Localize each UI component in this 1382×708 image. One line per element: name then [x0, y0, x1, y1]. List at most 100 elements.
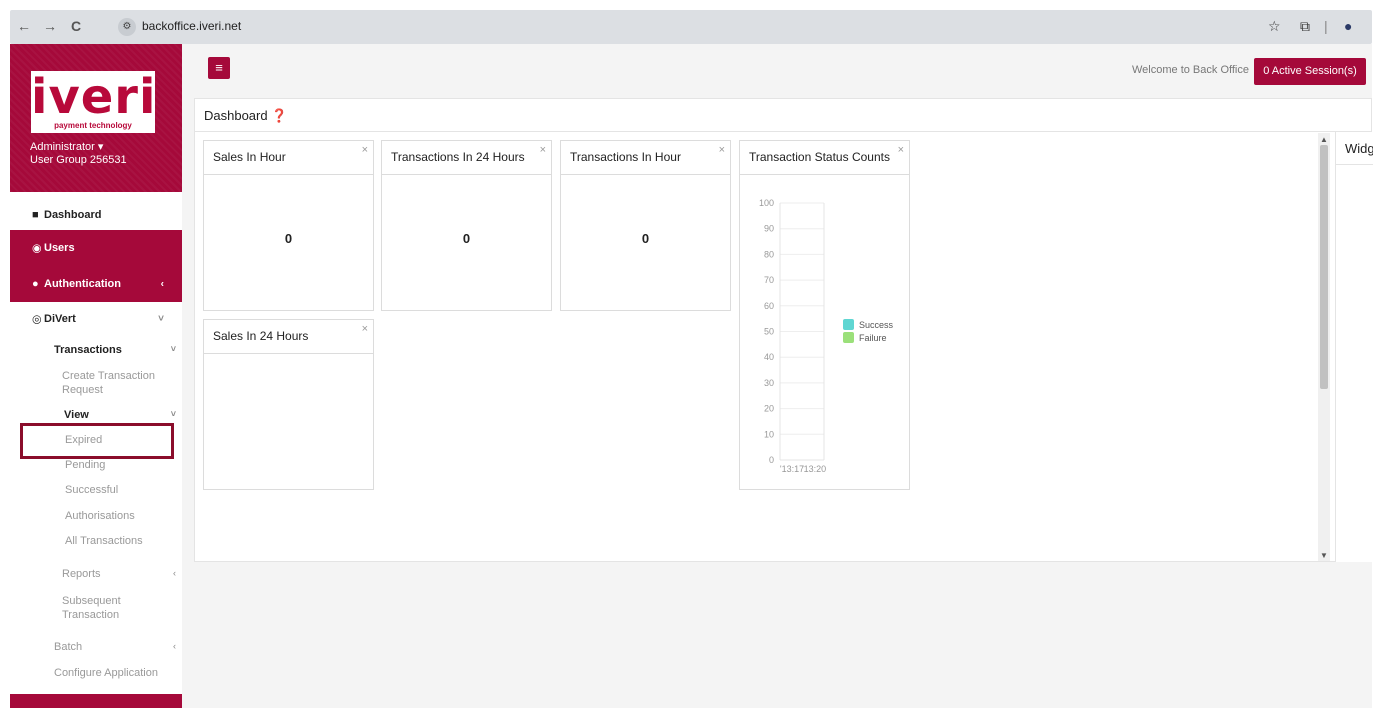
transaction-status-chart: 0 10 20 30 40 50 60 70 80 90 100 '13:17'13:20 Succes…	[759, 198, 894, 474]
sidebar-item-create-transaction-request[interactable]: Create Transaction Request	[62, 369, 155, 397]
y-tick-label: 50	[764, 327, 774, 337]
page-title: Dashboard ❓	[204, 108, 288, 123]
widget-title: Transactions In 24 Hours	[391, 150, 525, 164]
user-icon: ◉	[32, 242, 42, 255]
widget-transactions-in-hour: Transactions In Hour × 0	[560, 140, 731, 311]
address-bar[interactable]: ⚙ backoffice.iveri.net	[118, 16, 1268, 38]
sidebar-item-label: DiVert	[44, 313, 76, 325]
scroll-up-icon[interactable]: ▲	[1318, 135, 1330, 144]
widget-transaction-status-counts: Transaction Status Counts × 0 10 20 30 40 50 6…	[739, 140, 910, 490]
user-group: User Group 256531	[30, 154, 127, 166]
welcome-text: Welcome to Back Office	[1132, 64, 1249, 76]
user-role-dropdown[interactable]: Administrator ▾	[30, 140, 103, 153]
scrollbar-thumb[interactable]	[1320, 145, 1328, 389]
profile-avatar-icon[interactable]: ●	[1344, 18, 1352, 34]
x-tick-label: '13:17	[780, 464, 804, 474]
chevron-left-icon: ‹	[173, 568, 176, 578]
sidebar-item-configure-application[interactable]: Configure Application	[54, 667, 158, 679]
x-tick-label: '13:20	[802, 464, 826, 474]
close-icon[interactable]: ×	[719, 144, 725, 156]
legend-swatch-failure	[843, 332, 854, 343]
sidebar-item-label: Authentication	[44, 278, 121, 290]
widget-value: 0	[284, 231, 293, 246]
y-tick-label: 100	[759, 198, 774, 208]
site-info-icon[interactable]: ⚙	[118, 18, 136, 36]
chevron-down-icon: ˅	[158, 313, 164, 325]
widget-title: Sales In Hour	[213, 150, 286, 164]
sidebar-item-label: Transactions	[54, 344, 122, 356]
y-tick-label: 70	[764, 275, 774, 285]
sidebar-item-all-transactions[interactable]: All Transactions	[65, 535, 143, 547]
sidebar-item-successful[interactable]: Successful	[65, 484, 118, 496]
sidebar-item-label: Request	[62, 384, 103, 396]
widget-sales-in-24-hours: Sales In 24 Hours ×	[203, 319, 374, 490]
y-tick-label: 40	[764, 352, 774, 362]
extensions-icon[interactable]: ⧉	[1300, 18, 1310, 34]
sidebar-item-subsequent-transaction[interactable]: Subsequent Transaction	[62, 594, 121, 622]
sidebar-item-batch[interactable]: Batch ‹	[54, 641, 182, 653]
logo-word: iveri	[31, 69, 157, 125]
logo-tagline: payment technology	[54, 121, 132, 130]
browser-toolbar: ← → C ⚙ backoffice.iveri.net ☆ ⧉ | ●	[10, 10, 1372, 44]
sidebar-item-label: Reports	[62, 568, 101, 580]
sidebar-item-divert[interactable]: ◎ DiVert ˅	[10, 306, 182, 332]
sidebar-item-label: Create Transaction	[62, 370, 155, 382]
top-header: ≡ Welcome to Back Office 0 Active Sessio…	[182, 44, 1372, 96]
menu-toggle-button[interactable]: ≡	[208, 57, 230, 79]
bookmark-star-icon[interactable]: ☆	[1268, 18, 1281, 34]
sidebar-item-dashboard[interactable]: ■ Dashboard	[10, 200, 182, 230]
chevron-down-icon: ˅	[170, 409, 176, 419]
sidebar-item-users[interactable]: ◉ Users	[10, 230, 182, 266]
back-icon[interactable]: ←	[16, 18, 32, 34]
forward-icon[interactable]: →	[42, 18, 58, 34]
y-tick-label: 10	[764, 429, 774, 439]
widget-transactions-in-24-hours: Transactions In 24 Hours × 0	[381, 140, 552, 311]
authentication-icon: ●	[32, 278, 39, 290]
sidebar-item-authentication[interactable]: ● Authentication ‹	[10, 266, 182, 302]
widget-value: 0	[641, 231, 650, 246]
y-tick-label: 60	[764, 301, 774, 311]
close-icon[interactable]: ×	[362, 144, 368, 156]
iveri-logo[interactable]: iveri payment technology	[31, 71, 155, 133]
divider	[561, 174, 730, 175]
reload-icon[interactable]: C	[68, 18, 84, 34]
divider	[204, 174, 373, 175]
sidebar-item-pending[interactable]: Pending	[65, 459, 105, 471]
widget-value: 0	[462, 231, 471, 246]
url-text[interactable]: backoffice.iveri.net	[142, 19, 241, 33]
sidebar-header: iveri payment technology Administrator ▾…	[10, 44, 182, 192]
scroll-down-icon[interactable]: ▼	[1318, 551, 1330, 560]
sidebar-item-label: View	[64, 409, 89, 421]
chevron-left-icon: ‹	[173, 641, 176, 651]
close-icon[interactable]: ×	[540, 144, 546, 156]
divider	[204, 353, 373, 354]
sidebar-item-authorisations[interactable]: Authorisations	[65, 510, 135, 522]
legend-swatch-success	[843, 319, 854, 330]
divider	[1336, 164, 1373, 165]
sidebar-item-label: Users	[44, 242, 75, 254]
active-sessions-button[interactable]: 0 Active Session(s)	[1254, 58, 1366, 85]
side-panel-title: Widgets	[1345, 141, 1373, 156]
y-tick-label: 30	[764, 378, 774, 388]
chevron-left-icon: ‹	[160, 278, 164, 290]
sidebar-item-label: Dashboard	[44, 209, 102, 221]
sidebar-item-label: Subsequent	[62, 595, 121, 607]
y-tick-label: 20	[764, 404, 774, 414]
widget-title: Transaction Status Counts	[749, 150, 890, 164]
y-tick-label: 80	[764, 249, 774, 259]
close-icon[interactable]: ×	[362, 323, 368, 335]
y-tick-label: 90	[764, 224, 774, 234]
divider	[195, 131, 1371, 132]
sidebar-item-label: Batch	[54, 641, 83, 653]
close-icon[interactable]: ×	[898, 144, 904, 156]
widgets-side-panel: Widgets	[1335, 132, 1373, 562]
legend-label-failure: Failure	[859, 333, 887, 343]
sidebar-item-reports[interactable]: Reports ‹	[62, 568, 182, 580]
sidebar-item-label: Transaction	[62, 609, 120, 621]
chevron-down-icon: ˅	[170, 344, 176, 354]
sidebar-item-view[interactable]: View ˅	[64, 409, 182, 421]
toolbar-divider: |	[1324, 18, 1328, 34]
sidebar-item-transactions[interactable]: Transactions ˅	[54, 344, 182, 356]
highlight-annotation-box	[20, 423, 174, 459]
dashboard-panel: Dashboard ❓ Sales In Hour × 0 Transactio…	[194, 98, 1372, 562]
